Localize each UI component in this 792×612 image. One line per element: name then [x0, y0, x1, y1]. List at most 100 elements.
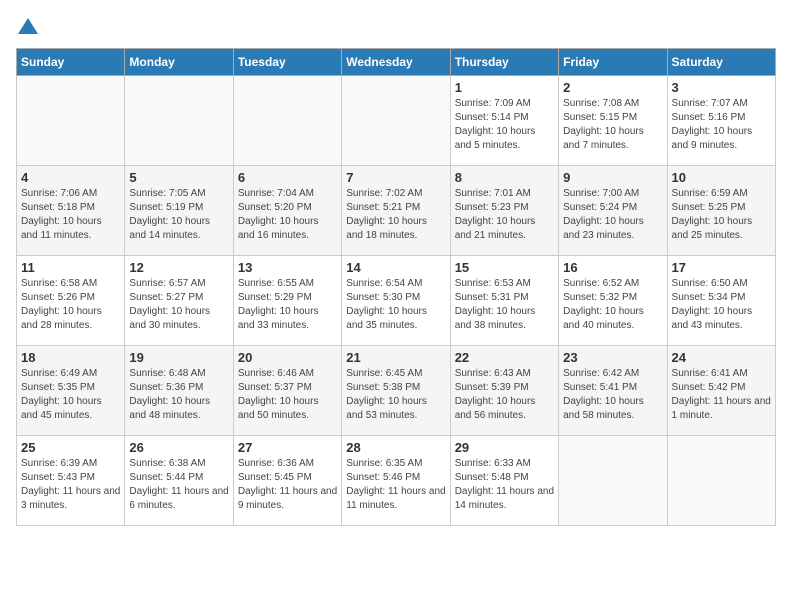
day-info: Sunrise: 6:57 AM Sunset: 5:27 PM Dayligh…	[129, 277, 228, 333]
day-info: Sunrise: 6:35 AM Sunset: 5:46 PM Dayligh…	[346, 457, 445, 513]
day-number: 15	[455, 260, 554, 275]
calendar-cell: 27 Sunrise: 6:36 AM Sunset: 5:45 PM Dayli…	[233, 436, 341, 526]
day-number: 18	[21, 350, 120, 365]
weekday-header-monday: Monday	[125, 49, 233, 76]
day-info: Sunrise: 6:55 AM Sunset: 5:29 PM Dayligh…	[238, 277, 337, 333]
day-number: 16	[563, 260, 662, 275]
day-info: Sunrise: 7:00 AM Sunset: 5:24 PM Dayligh…	[563, 187, 662, 243]
day-number: 19	[129, 350, 228, 365]
calendar-week-2: 4Sunrise: 7:06 AM Sunset: 5:18 PM Daylig…	[17, 166, 776, 256]
day-number: 11	[21, 260, 120, 275]
day-info: Sunrise: 6:41 AM Sunset: 5:42 PM Dayligh…	[672, 367, 771, 423]
day-number: 20	[238, 350, 337, 365]
calendar-cell: 22 Sunrise: 6:43 AM Sunset: 5:39 PM Dayli…	[450, 346, 558, 436]
weekday-header-saturday: Saturday	[667, 49, 775, 76]
day-number: 5	[129, 170, 228, 185]
calendar-cell: 18 Sunrise: 6:49 AM Sunset: 5:35 PM Dayli…	[17, 346, 125, 436]
day-info: Sunrise: 6:42 AM Sunset: 5:41 PM Dayligh…	[563, 367, 662, 423]
day-number: 2	[563, 80, 662, 95]
calendar-week-5: 25 Sunrise: 6:39 AM Sunset: 5:43 PM Dayli…	[17, 436, 776, 526]
calendar-week-4: 18 Sunrise: 6:49 AM Sunset: 5:35 PM Dayli…	[17, 346, 776, 436]
calendar-cell: 21 Sunrise: 6:45 AM Sunset: 5:38 PM Dayli…	[342, 346, 450, 436]
calendar-cell: 4Sunrise: 7:06 AM Sunset: 5:18 PM Daylig…	[17, 166, 125, 256]
day-number: 24	[672, 350, 771, 365]
calendar-cell: 28 Sunrise: 6:35 AM Sunset: 5:46 PM Dayli…	[342, 436, 450, 526]
day-number: 6	[238, 170, 337, 185]
day-info: Sunrise: 6:50 AM Sunset: 5:34 PM Dayligh…	[672, 277, 771, 333]
calendar-cell: 17 Sunrise: 6:50 AM Sunset: 5:34 PM Dayli…	[667, 256, 775, 346]
calendar-body: 1 Sunrise: 7:09 AM Sunset: 5:14 PM Daylig…	[17, 76, 776, 526]
day-number: 17	[672, 260, 771, 275]
day-number: 4	[21, 170, 120, 185]
day-info: Sunrise: 6:59 AM Sunset: 5:25 PM Dayligh…	[672, 187, 771, 243]
calendar-cell: 6 Sunrise: 7:04 AM Sunset: 5:20 PM Daylig…	[233, 166, 341, 256]
day-info: Sunrise: 7:02 AM Sunset: 5:21 PM Dayligh…	[346, 187, 445, 243]
calendar-table: SundayMondayTuesdayWednesdayThursdayFrid…	[16, 48, 776, 526]
calendar-cell: 26Sunrise: 6:38 AM Sunset: 5:44 PM Dayli…	[125, 436, 233, 526]
day-info: Sunrise: 7:07 AM Sunset: 5:16 PM Dayligh…	[672, 97, 771, 153]
weekday-header-row: SundayMondayTuesdayWednesdayThursdayFrid…	[17, 49, 776, 76]
day-number: 21	[346, 350, 445, 365]
day-info: Sunrise: 6:45 AM Sunset: 5:38 PM Dayligh…	[346, 367, 445, 423]
day-info: Sunrise: 7:01 AM Sunset: 5:23 PM Dayligh…	[455, 187, 554, 243]
day-info: Sunrise: 6:38 AM Sunset: 5:44 PM Dayligh…	[129, 457, 228, 513]
calendar-cell: 1 Sunrise: 7:09 AM Sunset: 5:14 PM Daylig…	[450, 76, 558, 166]
day-number: 8	[455, 170, 554, 185]
day-info: Sunrise: 6:54 AM Sunset: 5:30 PM Dayligh…	[346, 277, 445, 333]
weekday-header-tuesday: Tuesday	[233, 49, 341, 76]
day-info: Sunrise: 6:46 AM Sunset: 5:37 PM Dayligh…	[238, 367, 337, 423]
calendar-cell: 13 Sunrise: 6:55 AM Sunset: 5:29 PM Dayli…	[233, 256, 341, 346]
calendar-cell	[17, 76, 125, 166]
calendar-cell: 3 Sunrise: 7:07 AM Sunset: 5:16 PM Daylig…	[667, 76, 775, 166]
weekday-header-sunday: Sunday	[17, 49, 125, 76]
calendar-cell: 8 Sunrise: 7:01 AM Sunset: 5:23 PM Daylig…	[450, 166, 558, 256]
day-number: 29	[455, 440, 554, 455]
day-info: Sunrise: 7:05 AM Sunset: 5:19 PM Dayligh…	[129, 187, 228, 243]
calendar-cell: 24 Sunrise: 6:41 AM Sunset: 5:42 PM Dayli…	[667, 346, 775, 436]
calendar-cell: 25 Sunrise: 6:39 AM Sunset: 5:43 PM Dayli…	[17, 436, 125, 526]
day-number: 3	[672, 80, 771, 95]
calendar-cell: 5 Sunrise: 7:05 AM Sunset: 5:19 PM Daylig…	[125, 166, 233, 256]
calendar-cell: 2 Sunrise: 7:08 AM Sunset: 5:15 PM Daylig…	[559, 76, 667, 166]
logo	[16, 16, 44, 40]
day-number: 14	[346, 260, 445, 275]
day-info: Sunrise: 6:58 AM Sunset: 5:26 PM Dayligh…	[21, 277, 120, 333]
page-header	[16, 16, 776, 40]
day-info: Sunrise: 6:36 AM Sunset: 5:45 PM Dayligh…	[238, 457, 337, 513]
day-number: 25	[21, 440, 120, 455]
day-number: 9	[563, 170, 662, 185]
day-info: Sunrise: 6:53 AM Sunset: 5:31 PM Dayligh…	[455, 277, 554, 333]
calendar-cell: 14 Sunrise: 6:54 AM Sunset: 5:30 PM Dayli…	[342, 256, 450, 346]
day-info: Sunrise: 6:49 AM Sunset: 5:35 PM Dayligh…	[21, 367, 120, 423]
calendar-cell: 9 Sunrise: 7:00 AM Sunset: 5:24 PM Daylig…	[559, 166, 667, 256]
calendar-cell	[667, 436, 775, 526]
day-number: 12	[129, 260, 228, 275]
weekday-header-thursday: Thursday	[450, 49, 558, 76]
calendar-cell: 15 Sunrise: 6:53 AM Sunset: 5:31 PM Dayli…	[450, 256, 558, 346]
calendar-cell	[125, 76, 233, 166]
day-info: Sunrise: 7:04 AM Sunset: 5:20 PM Dayligh…	[238, 187, 337, 243]
day-number: 28	[346, 440, 445, 455]
calendar-week-3: 11 Sunrise: 6:58 AM Sunset: 5:26 PM Dayli…	[17, 256, 776, 346]
calendar-cell: 19 Sunrise: 6:48 AM Sunset: 5:36 PM Dayli…	[125, 346, 233, 436]
day-number: 1	[455, 80, 554, 95]
day-info: Sunrise: 6:48 AM Sunset: 5:36 PM Dayligh…	[129, 367, 228, 423]
day-info: Sunrise: 7:09 AM Sunset: 5:14 PM Dayligh…	[455, 97, 554, 153]
calendar-cell: 16 Sunrise: 6:52 AM Sunset: 5:32 PM Dayli…	[559, 256, 667, 346]
day-info: Sunrise: 7:08 AM Sunset: 5:15 PM Dayligh…	[563, 97, 662, 153]
day-info: Sunrise: 6:33 AM Sunset: 5:48 PM Dayligh…	[455, 457, 554, 513]
day-number: 27	[238, 440, 337, 455]
day-info: Sunrise: 6:39 AM Sunset: 5:43 PM Dayligh…	[21, 457, 120, 513]
calendar-cell	[342, 76, 450, 166]
day-number: 13	[238, 260, 337, 275]
calendar-week-1: 1 Sunrise: 7:09 AM Sunset: 5:14 PM Daylig…	[17, 76, 776, 166]
calendar-cell: 12 Sunrise: 6:57 AM Sunset: 5:27 PM Dayli…	[125, 256, 233, 346]
day-number: 23	[563, 350, 662, 365]
day-number: 22	[455, 350, 554, 365]
day-info: Sunrise: 6:43 AM Sunset: 5:39 PM Dayligh…	[455, 367, 554, 423]
calendar-cell: 29 Sunrise: 6:33 AM Sunset: 5:48 PM Dayli…	[450, 436, 558, 526]
calendar-cell: 20 Sunrise: 6:46 AM Sunset: 5:37 PM Dayli…	[233, 346, 341, 436]
weekday-header-friday: Friday	[559, 49, 667, 76]
calendar-cell	[233, 76, 341, 166]
day-info: Sunrise: 6:52 AM Sunset: 5:32 PM Dayligh…	[563, 277, 662, 333]
